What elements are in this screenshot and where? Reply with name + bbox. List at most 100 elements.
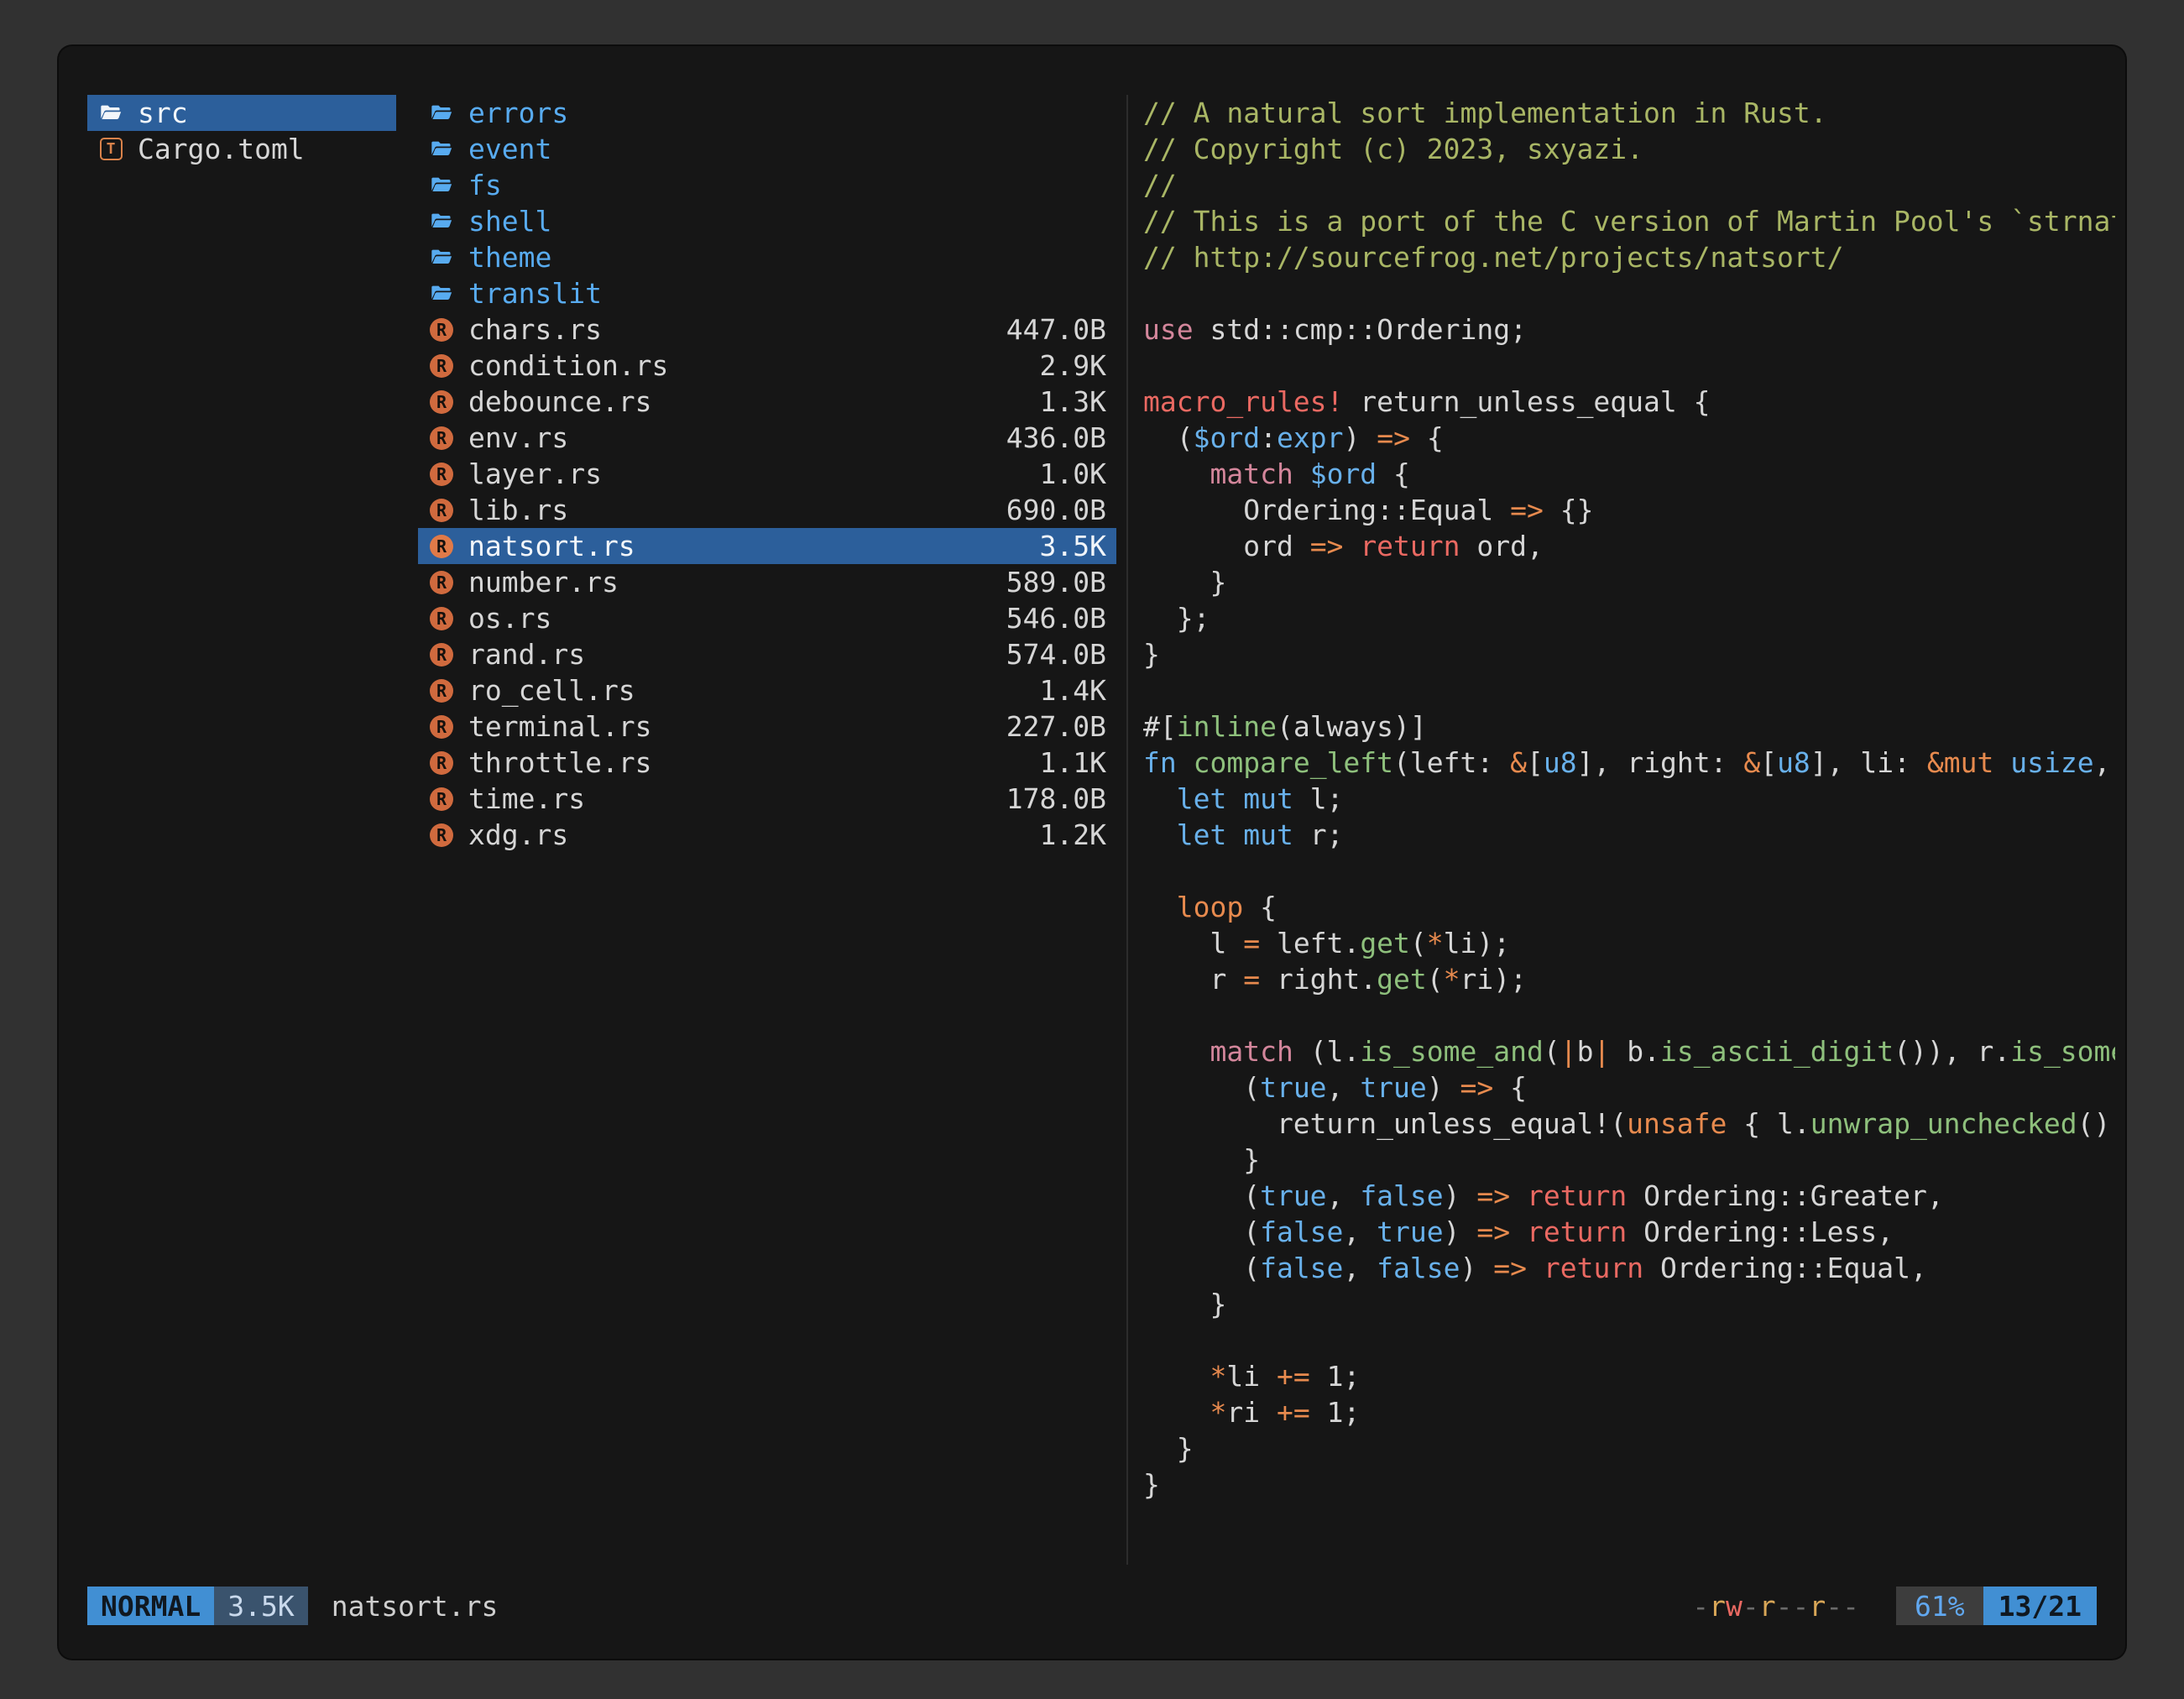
- folder-open-icon: [428, 100, 455, 127]
- file-row[interactable]: Rlayer.rs1.0K: [418, 456, 1116, 492]
- file-row[interactable]: Rrand.rs574.0B: [418, 636, 1116, 672]
- file-row[interactable]: shell: [418, 203, 1116, 239]
- file-row[interactable]: Rnatsort.rs3.5K: [418, 528, 1116, 564]
- file-name: event: [468, 133, 551, 165]
- file-row[interactable]: theme: [418, 239, 1116, 275]
- rust-icon: R: [428, 533, 455, 560]
- code-line: // http://sourcefrog.net/projects/natsor…: [1143, 239, 2115, 275]
- file-row[interactable]: Rthrottle.rs1.1K: [418, 745, 1116, 781]
- file-size: 1.1K: [1040, 746, 1106, 779]
- toml-icon: T: [97, 136, 124, 163]
- file-size: 178.0B: [1006, 782, 1106, 815]
- rust-icon: R: [428, 641, 455, 668]
- file-manager-panes: src T Cargo.toml errorsevent fsshellthemetr…: [87, 95, 2115, 1565]
- folder-open-icon: [428, 244, 455, 271]
- code-line: }: [1143, 1286, 2115, 1322]
- file-row[interactable]: Rxdg.rs1.2K: [418, 817, 1116, 853]
- rust-icon: R: [428, 605, 455, 632]
- terminal-window: src T Cargo.toml errorsevent fsshellthemetr…: [59, 46, 2125, 1659]
- folder-open-icon: [428, 136, 455, 163]
- code-line: r = right.get(*ri);: [1143, 961, 2115, 997]
- file-row[interactable]: Rterminal.rs227.0B: [418, 708, 1116, 745]
- code-line: #[inline(always)]: [1143, 708, 2115, 745]
- current-directory-column: errorseventfsshellthemetranslitRchars.rs…: [418, 95, 1116, 1565]
- code-line: (false, true) => return Ordering::Less,: [1143, 1214, 2115, 1250]
- file-name: Cargo.toml: [138, 133, 305, 165]
- code-line: //: [1143, 167, 2115, 203]
- code-line: (true, false) => return Ordering::Greate…: [1143, 1178, 2115, 1214]
- file-name: time.rs: [468, 782, 585, 815]
- file-row[interactable]: event: [418, 131, 1116, 167]
- status-left: NORMAL 3.5K natsort.rs: [87, 1587, 498, 1625]
- file-name: env.rs: [468, 421, 568, 454]
- code-line: ($ord:expr) => {: [1143, 420, 2115, 456]
- code-line: }: [1143, 1466, 2115, 1503]
- file-row[interactable]: Rro_cell.rs1.4K: [418, 672, 1116, 708]
- folder-open-icon: [97, 100, 124, 127]
- file-row[interactable]: errors: [418, 95, 1116, 131]
- file-name: lib.rs: [468, 494, 568, 526]
- file-name: xdg.rs: [468, 818, 568, 851]
- code-line: *ri += 1;: [1143, 1394, 2115, 1430]
- file-row[interactable]: Rchars.rs447.0B: [418, 311, 1116, 348]
- file-row[interactable]: Rnumber.rs589.0B: [418, 564, 1116, 600]
- file-name: rand.rs: [468, 638, 585, 671]
- code-line: [1143, 1322, 2115, 1358]
- file-name: condition.rs: [468, 349, 668, 382]
- file-row[interactable]: Rdebounce.rs1.3K: [418, 384, 1116, 420]
- mode-indicator: NORMAL: [87, 1587, 214, 1625]
- file-row[interactable]: Ros.rs546.0B: [418, 600, 1116, 636]
- file-row[interactable]: T Cargo.toml: [87, 131, 396, 167]
- code-line: let mut r;: [1143, 817, 2115, 853]
- code-line: Ordering::Equal => {}: [1143, 492, 2115, 528]
- file-row[interactable]: Rtime.rs 178.0B: [418, 781, 1116, 817]
- file-size: 589.0B: [1006, 566, 1106, 599]
- scroll-percent-badge: 61%: [1896, 1587, 1983, 1625]
- rust-icon: R: [428, 389, 455, 416]
- code-line: l = left.get(*li);: [1143, 925, 2115, 961]
- file-size: 2.9K: [1040, 349, 1106, 382]
- code-line: };: [1143, 600, 2115, 636]
- file-name: translit: [468, 277, 602, 310]
- rust-icon: R: [428, 497, 455, 524]
- permissions: -rw-r--r--: [1692, 1590, 1859, 1623]
- file-name: ro_cell.rs: [468, 674, 635, 707]
- file-size: 436.0B: [1006, 421, 1106, 454]
- code-line: [1143, 997, 2115, 1033]
- file-name: fs: [468, 169, 502, 201]
- code-line: *li += 1;: [1143, 1358, 2115, 1394]
- code-line: macro_rules! return_unless_equal {: [1143, 384, 2115, 420]
- parent-directory-column: src T Cargo.toml: [87, 95, 396, 1565]
- file-size: 546.0B: [1006, 602, 1106, 635]
- file-size: 1.4K: [1040, 674, 1106, 707]
- code-line: }: [1143, 1142, 2115, 1178]
- preview-pane: // A natural sort implementation in Rust…: [1143, 95, 2115, 1565]
- status-filename: natsort.rs: [332, 1590, 499, 1623]
- rust-icon: R: [428, 425, 455, 452]
- code-line: loop {: [1143, 889, 2115, 925]
- file-row[interactable]: src: [87, 95, 396, 131]
- file-size: 1.2K: [1040, 818, 1106, 851]
- pane-divider: [1126, 95, 1128, 1565]
- code-line: fn compare_left(left: &[u8], right: &[u8…: [1143, 745, 2115, 781]
- file-row[interactable]: Renv.rs 436.0B: [418, 420, 1116, 456]
- file-row[interactable]: Rcondition.rs 2.9K: [418, 348, 1116, 384]
- file-name: layer.rs: [468, 457, 602, 490]
- rust-icon: R: [428, 353, 455, 379]
- file-row[interactable]: translit: [418, 275, 1116, 311]
- file-name: number.rs: [468, 566, 619, 599]
- code-line: // Copyright (c) 2023, sxyazi.: [1143, 131, 2115, 167]
- file-name: theme: [468, 241, 551, 274]
- status-bar: NORMAL 3.5K natsort.rs -rw-r--r-- 61% 13…: [87, 1587, 2097, 1625]
- file-row[interactable]: Rlib.rs 690.0B: [418, 492, 1116, 528]
- rust-icon: R: [428, 786, 455, 813]
- code-line: (true, true) => {: [1143, 1069, 2115, 1106]
- file-size: 690.0B: [1006, 494, 1106, 526]
- code-line: }: [1143, 636, 2115, 672]
- file-row[interactable]: fs: [418, 167, 1116, 203]
- status-right: -rw-r--r-- 61% 13/21: [1692, 1587, 2097, 1625]
- code-line: [1143, 275, 2115, 311]
- code-line: // This is a port of the C version of Ma…: [1143, 203, 2115, 239]
- file-size: 3.5K: [1040, 530, 1106, 562]
- file-name: chars.rs: [468, 313, 602, 346]
